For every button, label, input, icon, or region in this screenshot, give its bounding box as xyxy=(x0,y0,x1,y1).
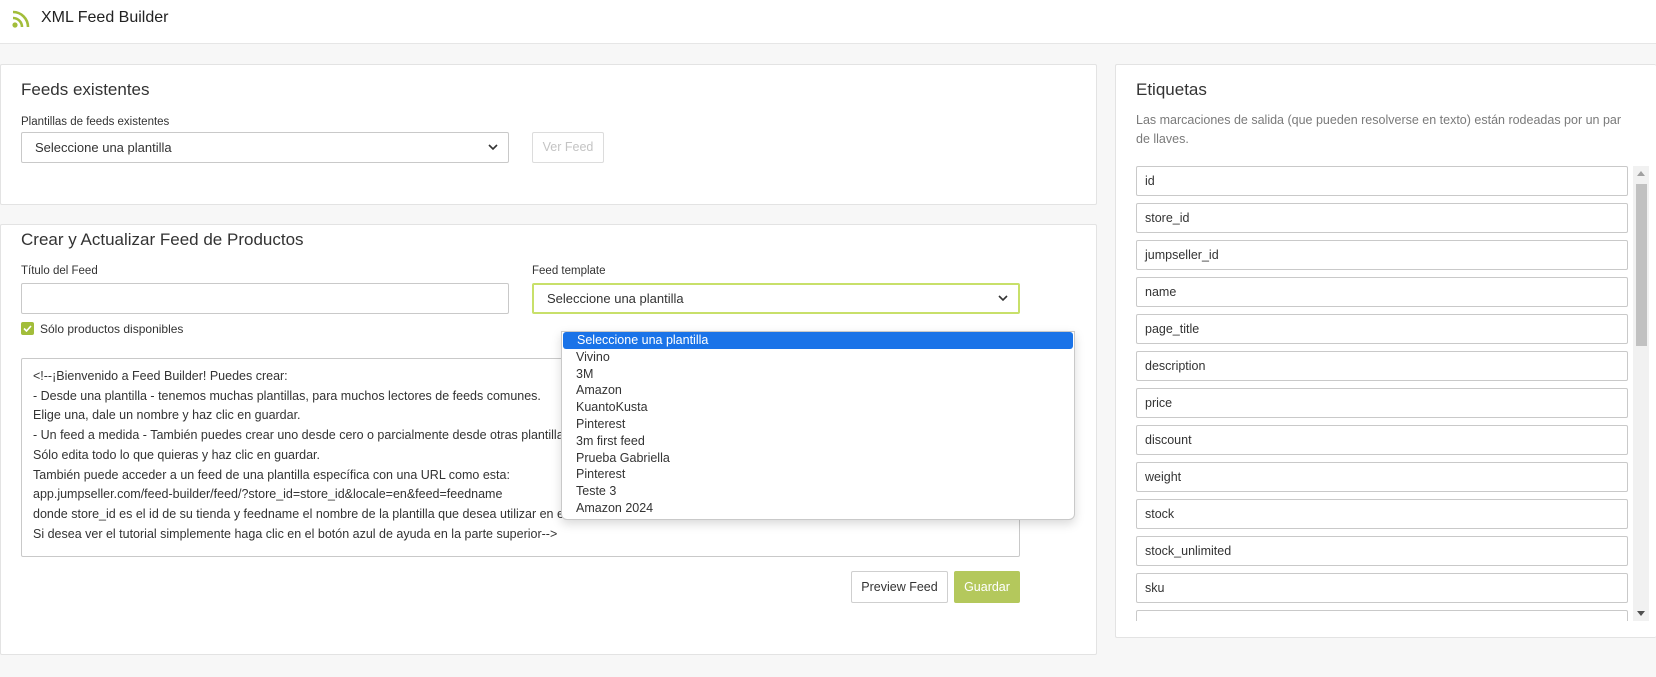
scrollbar-thumb[interactable] xyxy=(1636,184,1647,346)
feed-template-value: Seleccione una plantilla xyxy=(547,291,684,306)
feed-template-label: Feed template xyxy=(532,265,606,277)
feed-title-label: Título del Feed xyxy=(21,265,98,277)
dropdown-option[interactable]: Amazon 2024 xyxy=(562,500,1074,517)
tag-item[interactable]: description xyxy=(1136,351,1628,381)
feed-template-select[interactable]: Seleccione una plantilla xyxy=(532,283,1020,314)
available-only-label: Sólo productos disponibles xyxy=(40,322,184,336)
dropdown-option[interactable]: Amazon xyxy=(562,382,1074,399)
feed-template-dropdown: Seleccione una plantilla Vivino 3M Amazo… xyxy=(561,331,1075,520)
chevron-down-icon xyxy=(488,144,498,151)
tag-item[interactable]: page_title xyxy=(1136,314,1628,344)
rss-icon xyxy=(12,10,30,28)
existing-templates-select[interactable]: Seleccione una plantilla xyxy=(21,132,509,163)
app-title: XML Feed Builder xyxy=(41,9,169,26)
create-feed-title: Crear y Actualizar Feed de Productos xyxy=(21,230,304,249)
feed-title-input[interactable] xyxy=(21,283,509,314)
dropdown-option[interactable]: Pinterest xyxy=(562,416,1074,433)
tag-item[interactable]: discount xyxy=(1136,425,1628,455)
tags-card: Etiquetas Las marcaciones de salida (que… xyxy=(1115,64,1656,638)
available-only-checkbox[interactable] xyxy=(21,322,34,335)
tags-list: id store_id jumpseller_id name page_titl… xyxy=(1136,166,1628,621)
tags-scrollbar[interactable] xyxy=(1633,166,1649,621)
preview-feed-button[interactable]: Preview Feed xyxy=(851,571,948,603)
top-bar: XML Feed Builder xyxy=(0,0,1656,44)
tag-item[interactable]: weight xyxy=(1136,462,1628,492)
save-button[interactable]: Guardar xyxy=(954,571,1020,603)
dropdown-option[interactable]: 3m first feed xyxy=(562,433,1074,450)
chevron-down-icon xyxy=(998,295,1008,302)
tags-description: Las marcaciones de salida (que pueden re… xyxy=(1136,113,1622,146)
tags-title: Etiquetas xyxy=(1136,80,1207,99)
view-feed-button[interactable]: Ver Feed xyxy=(532,132,604,163)
tag-item[interactable]: name xyxy=(1136,277,1628,307)
existing-feeds-card: Feeds existentes Plantillas de feeds exi… xyxy=(0,64,1097,205)
tag-item[interactable]: stock_unlimited xyxy=(1136,536,1628,566)
dropdown-option[interactable]: Seleccione una plantilla xyxy=(563,332,1073,349)
dropdown-option[interactable]: Prueba Gabriella xyxy=(562,450,1074,467)
editor-line: Si desea ver el tutorial simplemente hag… xyxy=(33,526,558,541)
check-icon xyxy=(23,325,32,332)
dropdown-option[interactable]: 3M xyxy=(562,366,1074,383)
tag-item[interactable]: jumpseller_id xyxy=(1136,240,1628,270)
existing-templates-label: Plantillas de feeds existentes xyxy=(21,116,170,128)
existing-feeds-title: Feeds existentes xyxy=(21,80,150,99)
tag-item[interactable]: id xyxy=(1136,166,1628,196)
dropdown-option[interactable]: Vivino xyxy=(562,349,1074,366)
scroll-up-icon[interactable] xyxy=(1637,171,1645,176)
dropdown-option[interactable]: Pinterest xyxy=(562,466,1074,483)
dropdown-option[interactable]: KuantoKusta xyxy=(562,399,1074,416)
tag-item[interactable]: price xyxy=(1136,388,1628,418)
tag-item[interactable] xyxy=(1136,610,1628,621)
tag-item[interactable]: sku xyxy=(1136,573,1628,603)
existing-templates-value: Seleccione una plantilla xyxy=(35,140,172,155)
tag-item[interactable]: store_id xyxy=(1136,203,1628,233)
tag-item[interactable]: stock xyxy=(1136,499,1628,529)
dropdown-option[interactable]: Teste 3 xyxy=(562,483,1074,500)
scroll-down-icon[interactable] xyxy=(1637,611,1645,616)
